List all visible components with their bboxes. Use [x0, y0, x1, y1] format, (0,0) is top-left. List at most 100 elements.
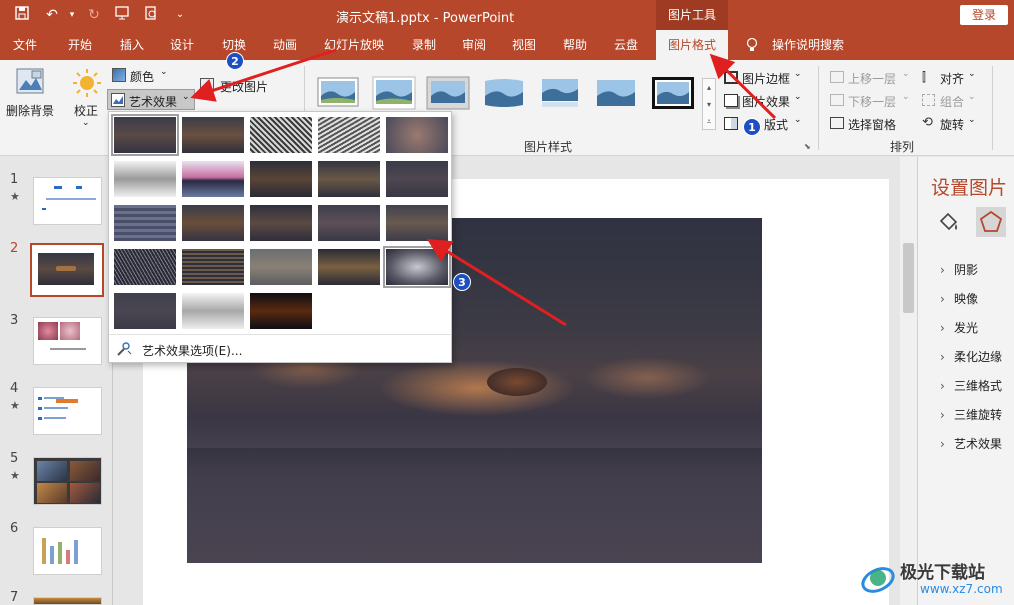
artistic-effect-thumbnail[interactable]: [250, 205, 312, 241]
color-button[interactable]: 颜色 ⌄: [110, 66, 170, 86]
dialog-launcher-icon[interactable]: ⬊: [804, 142, 811, 151]
picture-style-2[interactable]: [372, 76, 416, 110]
selection-pane-button[interactable]: 选择窗格: [828, 114, 914, 134]
color-icon: [112, 68, 126, 82]
pane-section-artistic-effects[interactable]: › 艺术效果: [940, 435, 1002, 452]
artistic-effect-thumbnail[interactable]: [182, 249, 244, 285]
save-icon[interactable]: [12, 5, 32, 25]
tab-review[interactable]: 审阅: [452, 30, 496, 60]
artistic-effect-thumbnail[interactable]: [250, 293, 312, 329]
artistic-effect-thumbnail[interactable]: [318, 161, 380, 197]
login-button[interactable]: 登录: [960, 5, 1008, 25]
artistic-effect-thumbnail[interactable]: [114, 161, 176, 197]
align-dropdown-icon: ⌄: [968, 69, 976, 79]
artistic-effect-thumbnail[interactable]: [250, 117, 312, 153]
picture-style-4[interactable]: [482, 76, 526, 110]
remove-background-button[interactable]: 删除背景: [4, 66, 56, 126]
scrollbar-thumb[interactable]: [903, 243, 914, 313]
tab-design[interactable]: 设计: [160, 30, 204, 60]
tab-cloud[interactable]: 云盘: [604, 30, 648, 60]
undo-dropdown-icon[interactable]: ▾: [62, 5, 82, 25]
tell-me-search[interactable]: 操作说明搜索: [768, 30, 848, 60]
effects-tab-icon[interactable]: [976, 207, 1006, 237]
slide-number: 3: [10, 313, 19, 328]
send-backward-icon: [830, 94, 844, 106]
picture-border-button[interactable]: 图片边框 ⌄: [722, 68, 812, 88]
artistic-effects-button[interactable]: 艺术效果 ⌄: [107, 89, 195, 110]
artistic-effect-thumbnail[interactable]: [111, 114, 179, 156]
tab-view[interactable]: 视图: [502, 30, 546, 60]
artistic-effect-thumbnail[interactable]: [114, 205, 176, 241]
bring-forward-button[interactable]: 上移一层 ⌄: [828, 68, 914, 88]
print-preview-icon[interactable]: [141, 5, 161, 25]
vertical-scrollbar[interactable]: [900, 157, 917, 605]
customize-toolbar-icon[interactable]: ⌄: [170, 5, 190, 25]
tab-help[interactable]: 帮助: [553, 30, 597, 60]
artistic-effect-thumbnail[interactable]: [182, 205, 244, 241]
slide-thumbnail-5[interactable]: [33, 457, 102, 505]
tab-picture-format[interactable]: 图片格式: [656, 30, 728, 60]
slide-thumbnail-2[interactable]: [30, 243, 104, 297]
transition-star-icon: ★: [10, 469, 20, 482]
corrections-dropdown-icon: ⌄: [82, 118, 90, 128]
picture-effects-button[interactable]: 图片效果 ⌄: [722, 91, 812, 111]
picture-style-7[interactable]: [651, 76, 695, 110]
slide-thumbnail-6[interactable]: [33, 527, 102, 575]
undo-icon[interactable]: ↶: [42, 5, 62, 25]
artistic-effects-icon: [111, 93, 125, 110]
styles-scroll[interactable]: ▴ ▾ ⩡: [702, 78, 716, 130]
artistic-effect-thumbnail[interactable]: [383, 246, 451, 288]
artistic-effects-options-item[interactable]: 艺术效果选项(E)...: [109, 334, 451, 362]
tab-record[interactable]: 录制: [402, 30, 446, 60]
artistic-effect-thumbnail[interactable]: [386, 205, 448, 241]
tab-insert[interactable]: 插入: [110, 30, 154, 60]
slide-thumbnail-7[interactable]: [33, 597, 102, 605]
picture-style-1[interactable]: [316, 76, 360, 110]
pane-section-soft-edges[interactable]: › 柔化边缘: [940, 348, 1002, 365]
tab-home[interactable]: 开始: [58, 30, 102, 60]
send-backward-dropdown-icon: ⌄: [902, 92, 910, 102]
transition-star-icon: ★: [10, 190, 20, 203]
picture-style-6[interactable]: [594, 76, 638, 110]
slide-thumbnail-1[interactable]: [33, 177, 102, 225]
artistic-effect-thumbnail[interactable]: [182, 293, 244, 329]
artistic-effect-thumbnail[interactable]: [114, 293, 176, 329]
pane-section-shadow[interactable]: › 阴影: [940, 261, 978, 278]
tab-slideshow[interactable]: 幻灯片放映: [318, 30, 390, 60]
rotate-button[interactable]: ⟲ 旋转 ⌄: [920, 114, 988, 134]
artistic-effect-thumbnail[interactable]: [250, 161, 312, 197]
pane-section-glow[interactable]: › 发光: [940, 319, 978, 336]
slide-thumbnail-4[interactable]: [33, 387, 102, 435]
align-button[interactable]: ⫿ 对齐 ⌄: [920, 68, 988, 88]
artistic-effect-thumbnail[interactable]: [182, 161, 244, 197]
picture-layout-button[interactable]: 版式 ⌄: [722, 114, 812, 134]
corrections-button[interactable]: 校正 ⌄: [70, 66, 104, 132]
tab-file[interactable]: 文件: [4, 30, 46, 60]
picture-style-3[interactable]: [426, 76, 470, 110]
artistic-effect-thumbnail[interactable]: [318, 249, 380, 285]
pane-section-3d-format[interactable]: › 三维格式: [940, 377, 1002, 394]
align-icon: ⫿: [922, 70, 926, 84]
ribbon-tabs: 文件 开始 插入 设计 切换 动画 幻灯片放映 录制 审阅 视图 帮助 云盘 图…: [0, 30, 1014, 60]
artistic-effect-thumbnail[interactable]: [114, 249, 176, 285]
artistic-effect-thumbnail[interactable]: [250, 249, 312, 285]
send-backward-button[interactable]: 下移一层 ⌄: [828, 91, 914, 111]
artistic-effect-thumbnail[interactable]: [318, 117, 380, 153]
artistic-effect-thumbnail[interactable]: [386, 117, 448, 153]
step-badge-2: 2: [226, 52, 244, 70]
change-picture-button[interactable]: 更改图片: [198, 76, 286, 96]
artistic-effect-thumbnail[interactable]: [318, 205, 380, 241]
slide-thumbnail-3[interactable]: [33, 317, 102, 365]
artistic-effect-thumbnail[interactable]: [182, 117, 244, 153]
artistic-effect-thumbnail[interactable]: [386, 161, 448, 197]
redo-icon[interactable]: ↻: [84, 5, 104, 25]
pane-section-3d-rotation[interactable]: › 三维旋转: [940, 406, 1002, 423]
fill-line-tab-icon[interactable]: [936, 209, 962, 235]
group-button[interactable]: 组合 ⌄: [920, 91, 988, 111]
pane-section-label: 发光: [954, 321, 979, 335]
tab-animations[interactable]: 动画: [263, 30, 307, 60]
pane-section-reflection[interactable]: › 映像: [940, 290, 978, 307]
picture-border-dropdown-icon: ⌄: [794, 69, 802, 79]
picture-style-5[interactable]: [538, 76, 582, 110]
present-from-start-icon[interactable]: [112, 5, 132, 25]
